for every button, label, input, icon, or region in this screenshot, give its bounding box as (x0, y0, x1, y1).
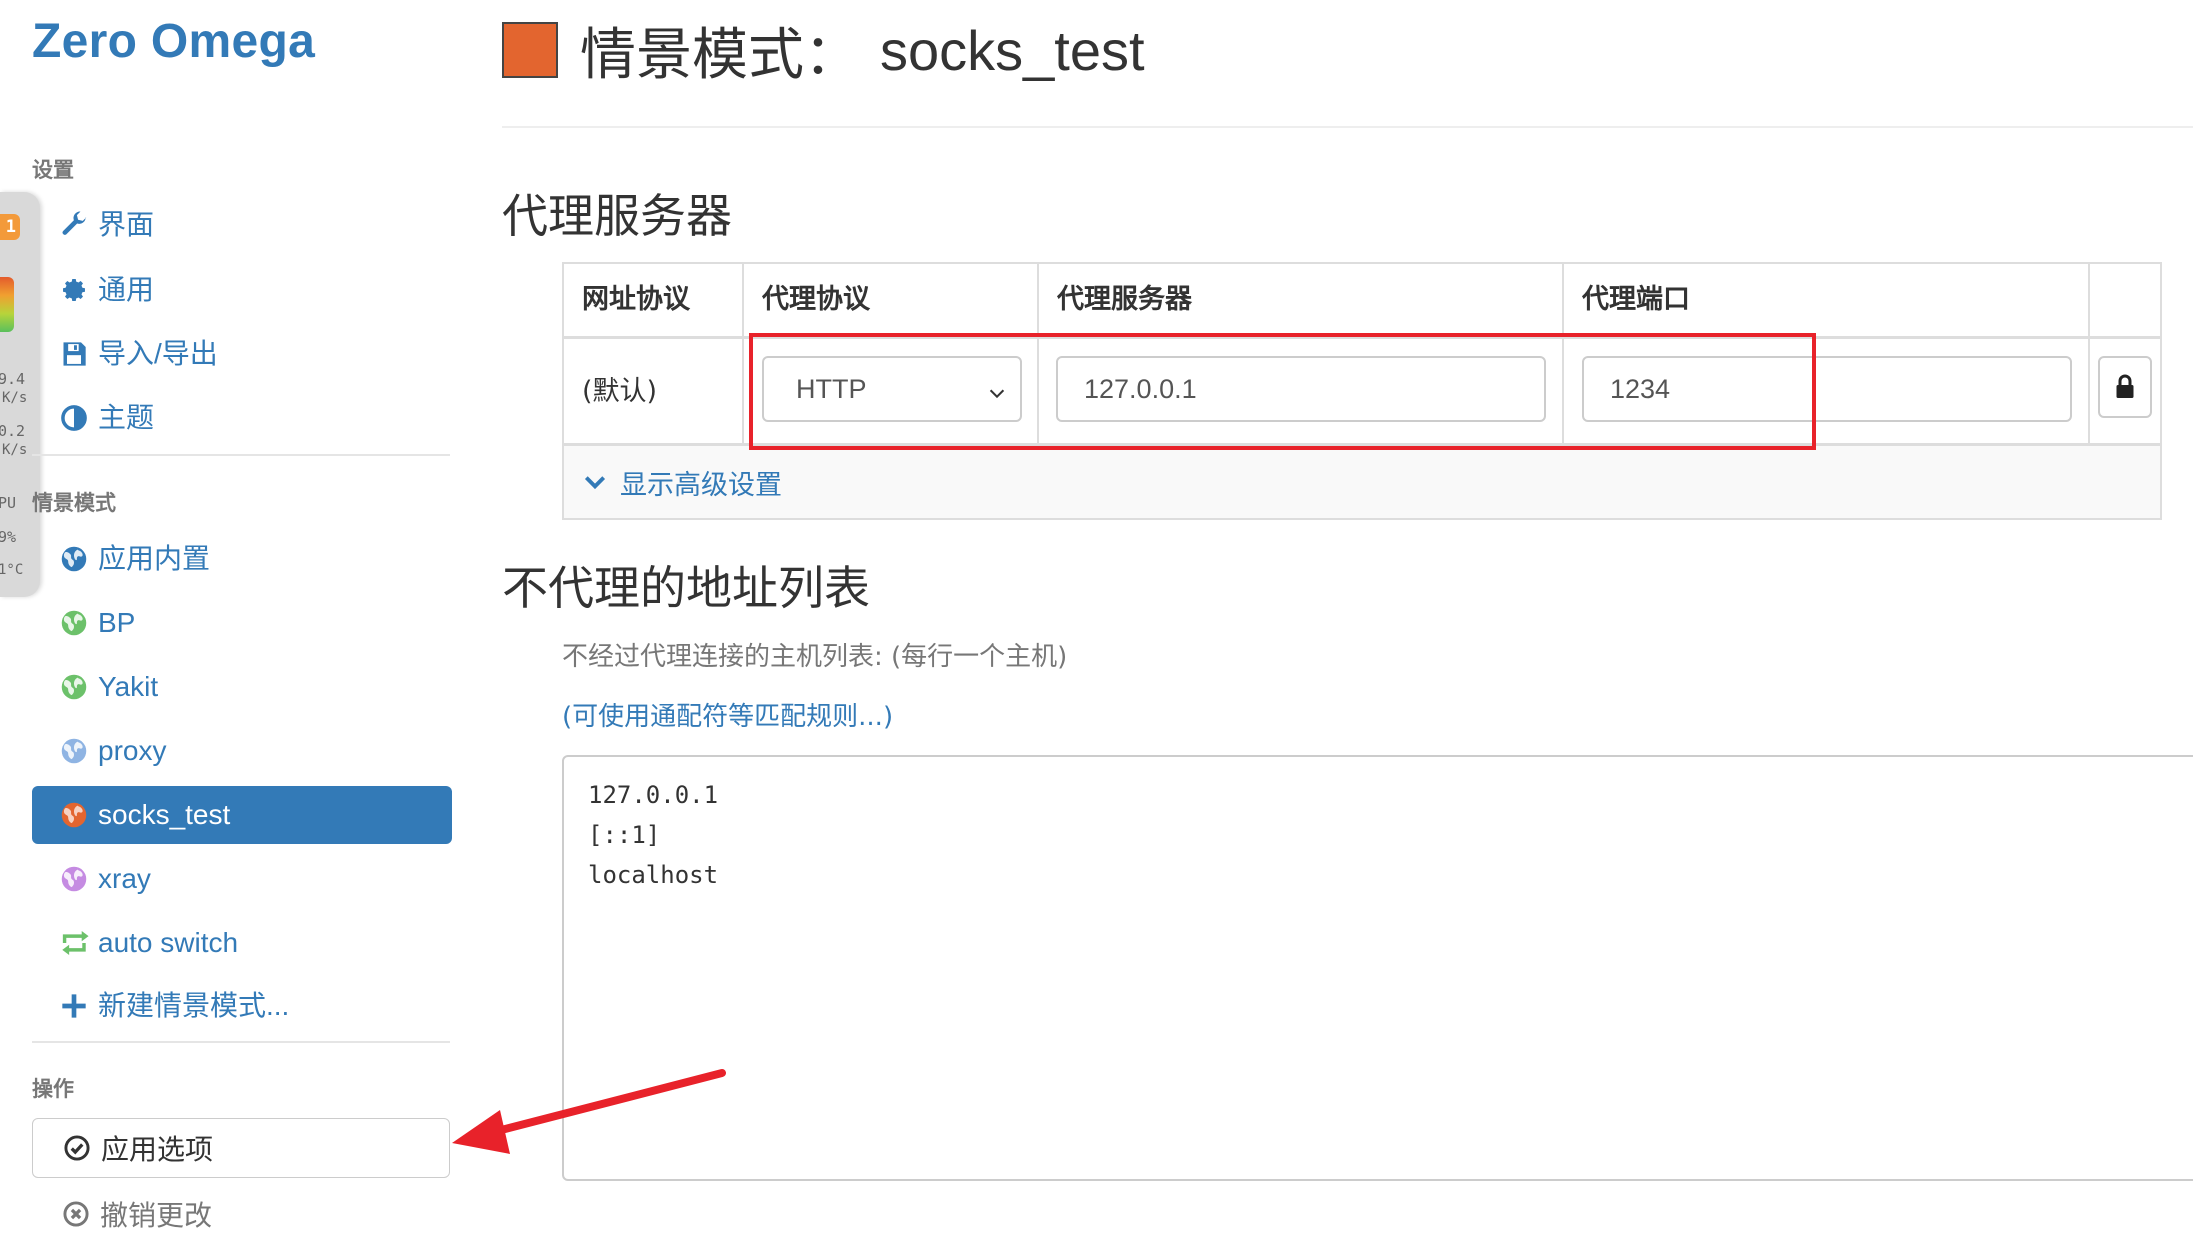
wildcard-rules-link[interactable]: (可使用通配符等匹配规则...) (562, 696, 893, 733)
table-divider (564, 336, 2160, 339)
widget-text: 9% (0, 528, 17, 546)
widget-text: K/s (2, 390, 28, 406)
sidebar-item-socks-test[interactable]: socks_test (32, 786, 452, 844)
sidebar-item-label: 导入/导出 (98, 338, 218, 369)
sidebar-item-general[interactable]: 通用 (32, 261, 452, 319)
show-advanced-settings-label: 显示高级设置 (620, 469, 782, 501)
bypass-list-help: 不经过代理连接的主机列表: (每行一个主机) (562, 642, 1068, 672)
sidebar-item-interface[interactable]: 界面 (32, 196, 452, 254)
sidebar-item-theme[interactable]: 主题 (32, 389, 452, 447)
proxy-port-value: 1234 (1610, 373, 1671, 404)
profile-color-swatch[interactable] (502, 22, 558, 78)
table-divider (2088, 264, 2090, 444)
column-header-protocol: 代理协议 (762, 284, 870, 315)
bypass-list-textarea[interactable]: 127.0.0.1 [::1] localhost (562, 755, 2193, 1181)
app-brand: Zero Omega (32, 15, 316, 68)
sidebar-item-label: auto switch (98, 927, 239, 958)
chevron-down-icon (584, 476, 606, 490)
apply-options-button[interactable]: 应用选项 (32, 1118, 450, 1178)
profiles-header: 情景模式 (32, 491, 116, 515)
sidebar-item-label: 通用 (98, 274, 155, 305)
bypass-list-section-title: 不代理的地址列表 (502, 561, 870, 615)
gear-icon (60, 276, 98, 304)
sidebar-item-bp[interactable]: BP (32, 594, 452, 652)
apply-options-label: 应用选项 (101, 1133, 214, 1166)
page-title-profile-name: socks_test (880, 18, 1145, 82)
lock-icon (2113, 374, 2137, 400)
proxy-port-input[interactable]: 1234 (1582, 356, 2072, 422)
revert-changes-label: 撤销更改 (100, 1199, 213, 1232)
default-scheme-label: (默认) (582, 376, 658, 407)
globe-icon (60, 545, 98, 573)
sidebar-item-label: socks_test (98, 799, 231, 830)
sidebar-item-label: xray (98, 863, 151, 894)
settings-header: 设置 (32, 158, 74, 182)
proxy-protocol-value: HTTP (796, 373, 867, 404)
sidebar-divider (32, 1041, 450, 1043)
revert-changes-button[interactable]: 撤销更改 (32, 1188, 450, 1240)
widget-text: PU (0, 494, 17, 512)
widget-text: K/s (2, 442, 28, 458)
globe-icon (60, 801, 98, 829)
widget-badge: 1 (0, 214, 20, 240)
table-divider (1037, 264, 1039, 444)
sidebar-item-label: 新建情景模式... (98, 990, 290, 1021)
actions-header: 操作 (32, 1077, 74, 1101)
proxy-server-value: 127.0.0.1 (1084, 373, 1197, 404)
sidebar-item-auto-switch[interactable]: auto switch (32, 914, 452, 972)
proxy-protocol-select[interactable]: HTTP (762, 356, 1022, 422)
sidebar-item-label: Yakit (98, 671, 159, 702)
column-header-server: 代理服务器 (1057, 284, 1192, 315)
proxy-server-table: 网址协议 代理协议 代理服务器 代理端口 (默认) HTTP 127.0.0.1… (562, 262, 2162, 520)
chevron-down-icon (986, 380, 1008, 411)
sidebar-item-label: 主题 (98, 402, 155, 433)
sidebar-item-label: proxy (98, 735, 167, 766)
globe-icon (60, 673, 98, 701)
cancel-circle-icon (62, 1200, 90, 1228)
sidebar-item-label: BP (98, 607, 136, 638)
widget-meter (0, 277, 14, 332)
wrench-icon (60, 211, 98, 239)
floppy-disk-icon (60, 340, 98, 368)
sidebar-item-proxy[interactable]: proxy (32, 722, 452, 780)
sidebar-item-label: 界面 (98, 209, 155, 240)
sidebar-item-import-export[interactable]: 导入/导出 (32, 325, 452, 383)
contrast-icon (60, 404, 98, 432)
sidebar-item-yakit[interactable]: Yakit (32, 658, 452, 716)
sidebar-item-xray[interactable]: xray (32, 850, 452, 908)
show-advanced-settings-toggle[interactable]: 显示高级设置 (564, 446, 2160, 518)
globe-icon (60, 609, 98, 637)
widget-text: 1°C (0, 562, 24, 578)
widget-text: 0.2 (0, 422, 26, 440)
proxy-server-input[interactable]: 127.0.0.1 (1056, 356, 1546, 422)
globe-icon (60, 737, 98, 765)
column-header-port: 代理端口 (1582, 284, 1690, 315)
sidebar-item-new-profile[interactable]: 新建情景模式... (32, 977, 452, 1035)
header-divider (502, 126, 2193, 128)
sidebar-item-label: 应用内置 (98, 543, 211, 574)
globe-icon (60, 865, 98, 893)
check-circle-icon (63, 1134, 91, 1162)
sidebar-item-builtin[interactable]: 应用内置 (32, 530, 452, 588)
page-title-prefix: 情景模式： (580, 22, 860, 88)
column-header-scheme: 网址协议 (582, 284, 690, 315)
widget-text: 9.4 (0, 370, 26, 388)
table-divider (742, 264, 744, 444)
switch-icon (60, 929, 98, 957)
plus-icon (60, 992, 98, 1020)
auth-lock-button[interactable] (2098, 356, 2152, 418)
table-divider (1562, 264, 1564, 444)
sidebar-divider (32, 454, 450, 456)
proxy-server-section-title: 代理服务器 (502, 189, 732, 243)
page-title: 情景模式： socks_test (502, 10, 1145, 90)
